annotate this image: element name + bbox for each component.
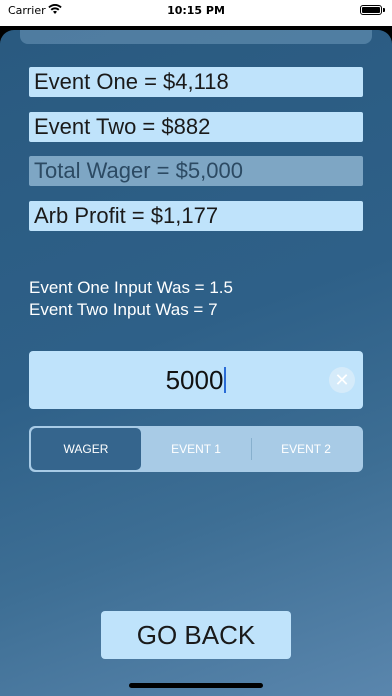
event-two-result: Event Two = $882: [29, 112, 363, 142]
clock-time: 10:15 PM: [167, 4, 225, 17]
segment-event-1[interactable]: EVENT 1: [141, 428, 251, 470]
clear-icon[interactable]: ✕: [329, 367, 355, 393]
event-two-input-info: Event Two Input Was = 7: [29, 300, 218, 319]
sheet-handle: [20, 30, 372, 44]
mode-segmented-control: WAGER EVENT 1 EVENT 2: [29, 426, 363, 472]
main-sheet: Event One = $4,118 Event Two = $882 Tota…: [0, 30, 392, 696]
text-caret: [224, 367, 227, 393]
segment-event-2[interactable]: EVENT 2: [251, 428, 361, 470]
amount-input[interactable]: 5000 ✕: [29, 351, 363, 409]
amount-input-value: 5000: [165, 365, 224, 395]
home-indicator: [129, 683, 263, 688]
status-bar: Carrier 10:15 PM: [0, 0, 392, 26]
segment-wager[interactable]: WAGER: [31, 428, 141, 470]
event-one-input-info: Event One Input Was = 1.5: [29, 278, 233, 297]
amount-input-value-wrap: 5000: [29, 365, 363, 396]
battery-icon: [360, 5, 382, 15]
arb-profit-result: Arb Profit = $1,177: [29, 201, 363, 231]
go-back-button[interactable]: GO BACK: [101, 611, 291, 659]
total-wager-result: Total Wager = $5,000: [29, 156, 363, 186]
battery-tip: [383, 8, 385, 12]
event-one-result: Event One = $4,118: [29, 67, 363, 97]
